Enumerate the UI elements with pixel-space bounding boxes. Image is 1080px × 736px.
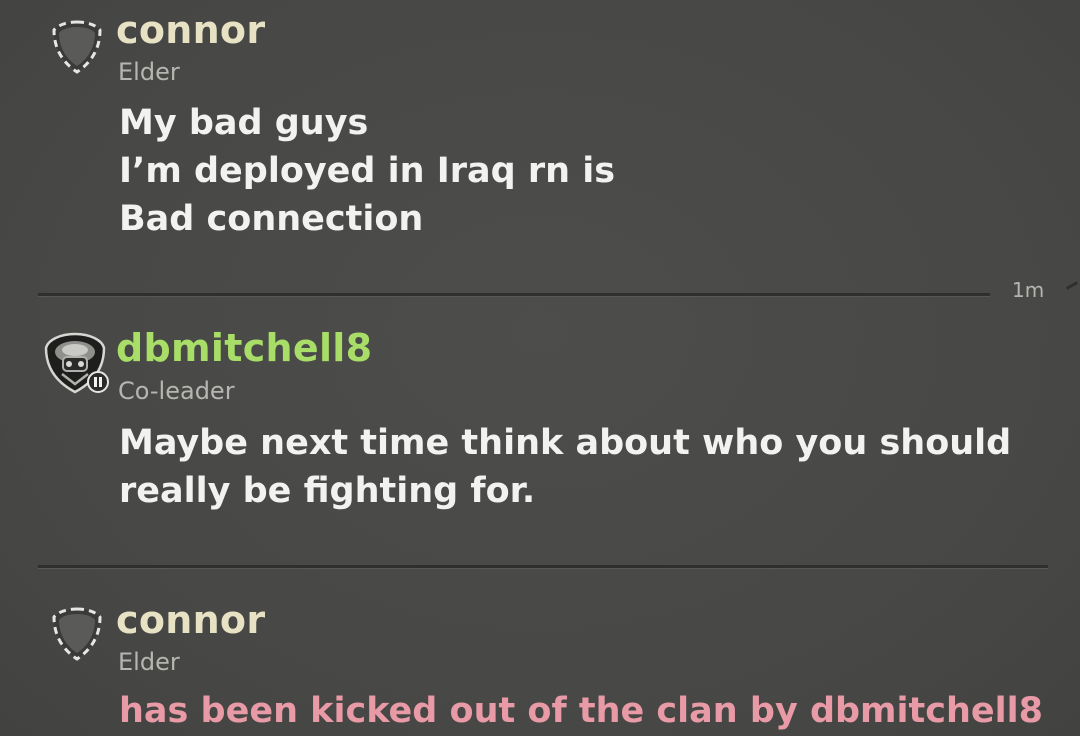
- message-line: My bad guys: [119, 103, 369, 143]
- helmet-emblem-icon[interactable]: [40, 330, 110, 396]
- system-message: has been kicked out of the clan by dbmit…: [119, 691, 1043, 731]
- member-name[interactable]: connor: [116, 600, 265, 640]
- message-divider: [38, 293, 990, 296]
- empty-shield-icon[interactable]: [48, 16, 106, 78]
- message-line: Bad connection: [119, 199, 424, 239]
- member-name[interactable]: dbmitchell8: [116, 328, 372, 368]
- empty-shield-icon[interactable]: [48, 603, 106, 665]
- member-role: Co-leader: [118, 377, 235, 405]
- member-role: Elder: [118, 58, 180, 86]
- message-line: Maybe next time think about who you shou…: [119, 423, 1012, 463]
- message-line: I’m deployed in Iraq rn is: [119, 151, 616, 191]
- member-role: Elder: [118, 648, 180, 676]
- message-timestamp: 1m: [1012, 278, 1045, 302]
- message-line: really be fighting for.: [119, 471, 536, 511]
- clan-chat: connor Elder My bad guys I’m deployed in…: [0, 0, 1080, 736]
- message-divider: [38, 565, 1048, 568]
- scroll-edge-mark: [1066, 281, 1078, 290]
- member-name[interactable]: connor: [116, 10, 265, 50]
